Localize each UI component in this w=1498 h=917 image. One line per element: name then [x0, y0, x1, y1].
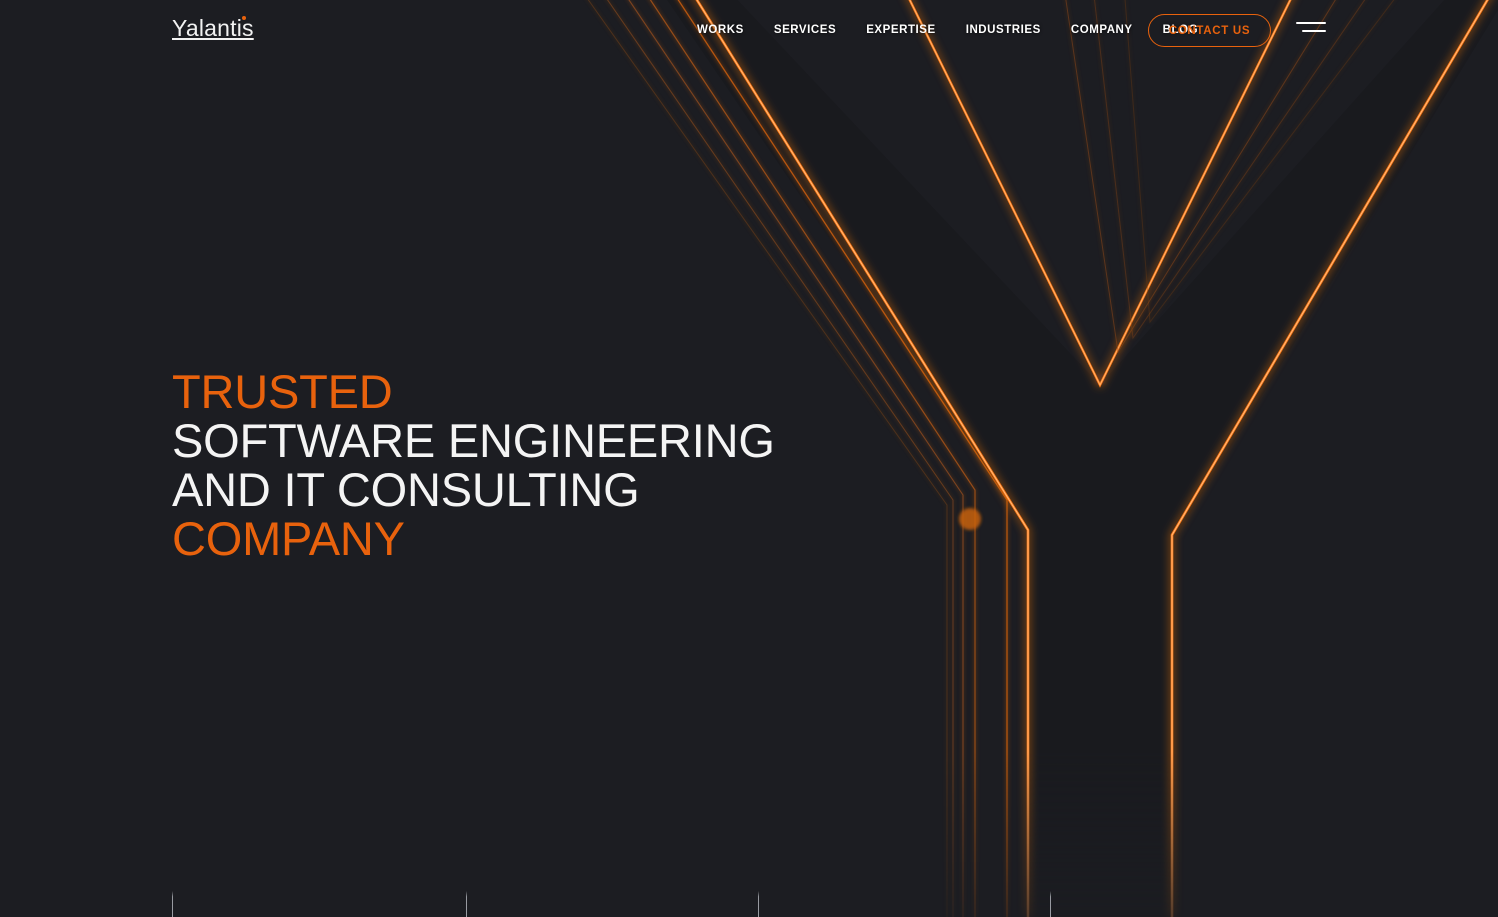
nav-item-industries[interactable]: INDUSTRIES: [966, 24, 1041, 36]
headline-line-1: TRUSTED: [172, 365, 393, 418]
nav-item-services[interactable]: SERVICES: [774, 24, 836, 36]
contact-us-button[interactable]: CONTACT US: [1148, 14, 1271, 47]
headline-line-3: AND IT CONSULTING: [172, 463, 640, 516]
hero-headline: TRUSTED SOFTWARE ENGINEERING AND IT CONS…: [172, 367, 775, 563]
hamburger-bar-top: [1296, 22, 1326, 24]
brand-logo[interactable]: Yalantis: [172, 16, 254, 40]
hamburger-bar-bottom: [1302, 30, 1326, 32]
trail-marker-dot: [959, 508, 981, 530]
hamburger-menu-icon[interactable]: [1296, 20, 1326, 38]
headline-line-4: COMPANY: [172, 512, 405, 565]
bottom-tick-2: [466, 891, 467, 917]
nav-item-expertise[interactable]: EXPERTISE: [866, 24, 936, 36]
bottom-tick-1: [172, 891, 173, 917]
page-root: Yalantis WORKS SERVICES EXPERTISE INDUST…: [0, 0, 1498, 917]
headline-line-2: SOFTWARE ENGINEERING: [172, 414, 775, 467]
main-navigation: WORKS SERVICES EXPERTISE INDUSTRIES COMP…: [697, 24, 1198, 36]
nav-item-works[interactable]: WORKS: [697, 24, 744, 36]
brand-dot-icon: [241, 16, 246, 20]
bottom-tick-4: [1050, 891, 1051, 917]
bottom-tick-3: [758, 891, 759, 917]
nav-item-company[interactable]: COMPANY: [1071, 24, 1133, 36]
site-header: Yalantis WORKS SERVICES EXPERTISE INDUST…: [0, 0, 1498, 60]
